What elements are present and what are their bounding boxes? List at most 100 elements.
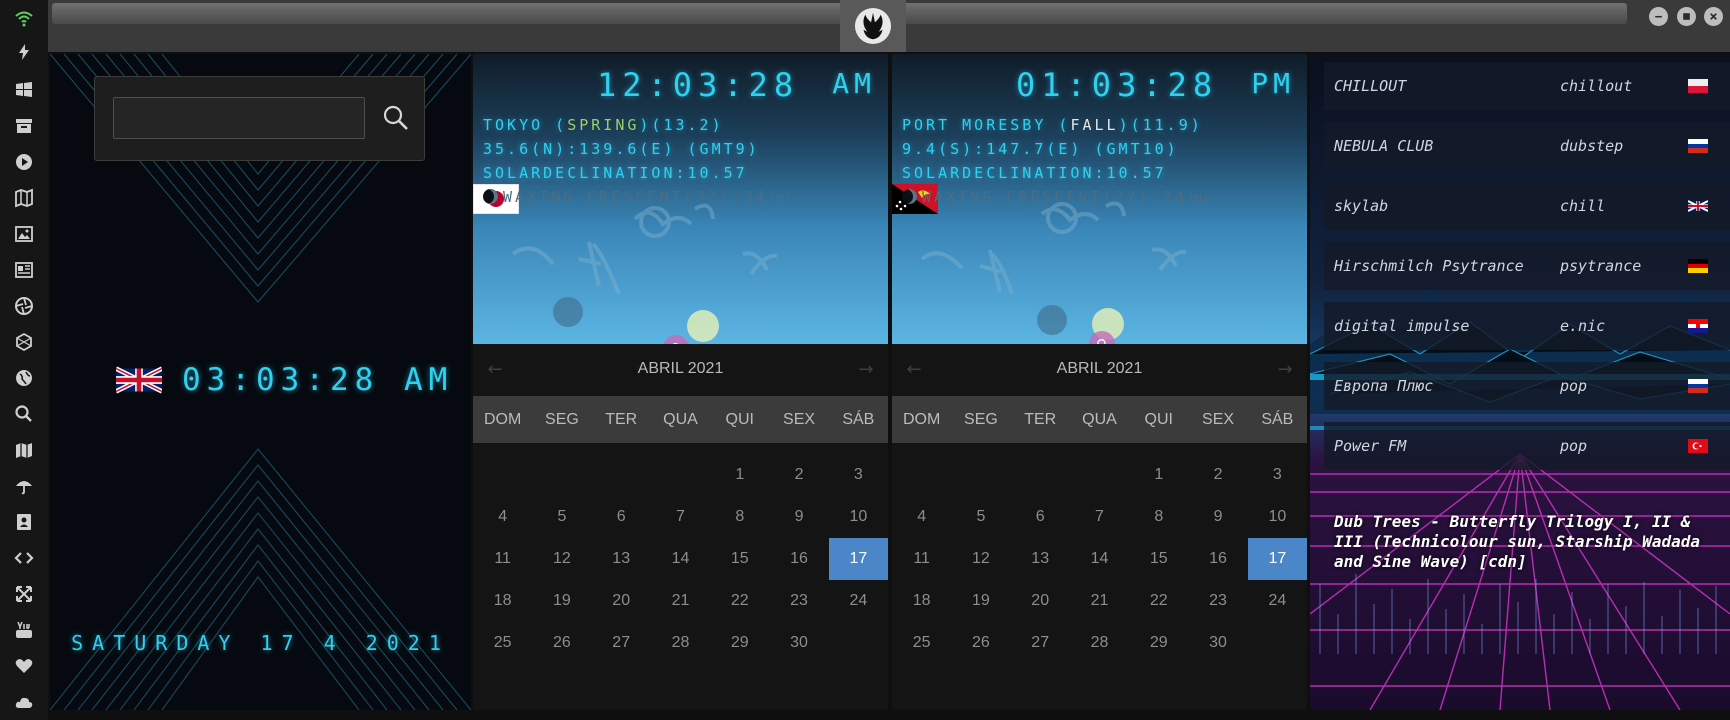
search-input[interactable]: [113, 97, 365, 139]
radio-station-row[interactable]: skylab chill: [1324, 182, 1730, 230]
calendar-empty-cell: [532, 454, 591, 496]
calendar-day[interactable]: 1: [1129, 454, 1188, 496]
calendar-day[interactable]: 13: [592, 538, 651, 580]
close-button[interactable]: [1704, 7, 1723, 26]
calendar-day[interactable]: 29: [710, 622, 769, 664]
calendar-day[interactable]: 22: [710, 580, 769, 622]
calendar-day[interactable]: 23: [1188, 580, 1247, 622]
code-icon[interactable]: [12, 546, 36, 570]
now-playing-title: Dub Trees - Butterfly Trilogy I, II & II…: [1334, 512, 1701, 571]
calendar-day[interactable]: 11: [892, 538, 951, 580]
calendar-day[interactable]: 7: [1070, 496, 1129, 538]
calendar-day[interactable]: 21: [1070, 580, 1129, 622]
calendar-day[interactable]: 24: [829, 580, 888, 622]
calendar-day[interactable]: 12: [532, 538, 591, 580]
calendar-day[interactable]: 26: [951, 622, 1010, 664]
calendar-day[interactable]: 19: [532, 580, 591, 622]
expand-icon[interactable]: [12, 582, 36, 606]
calendar-day[interactable]: 30: [1188, 622, 1247, 664]
calendar-day[interactable]: 3: [829, 454, 888, 496]
radio-station-row[interactable]: Hirschmilch Psytrance psytrance: [1324, 242, 1730, 290]
calendar-day[interactable]: 29: [1129, 622, 1188, 664]
hexagon-icon[interactable]: [12, 330, 36, 354]
calendar-day[interactable]: 27: [1011, 622, 1070, 664]
calendar-day[interactable]: 21: [651, 580, 710, 622]
calendar-day[interactable]: 24: [1248, 580, 1307, 622]
calendar-day[interactable]: 11: [473, 538, 532, 580]
map-icon[interactable]: [12, 438, 36, 462]
image-icon[interactable]: [12, 222, 36, 246]
calendar-day[interactable]: 1: [710, 454, 769, 496]
radio-station-row[interactable]: NEBULA CLUB dubstep: [1324, 122, 1730, 170]
minimize-button[interactable]: [1649, 7, 1668, 26]
radio-station-row[interactable]: digital impulse e.nic: [1324, 302, 1730, 350]
heart-icon[interactable]: [12, 654, 36, 678]
calendar-day[interactable]: 10: [829, 496, 888, 538]
planet-chart: ♀ ↗ ♆: [511, 203, 778, 344]
calendar-day[interactable]: 9: [1188, 496, 1247, 538]
calendar-day[interactable]: 25: [473, 622, 532, 664]
calendar-day[interactable]: 14: [651, 538, 710, 580]
calendar-next-button[interactable]: →: [1273, 358, 1297, 380]
calendar-day[interactable]: 20: [1011, 580, 1070, 622]
maximize-button[interactable]: [1677, 7, 1696, 26]
calendar-day[interactable]: 27: [592, 622, 651, 664]
calendar-day[interactable]: 5: [532, 496, 591, 538]
calendar-day[interactable]: 3: [1248, 454, 1307, 496]
wifi-icon[interactable]: [12, 6, 36, 30]
map-book-icon[interactable]: [12, 186, 36, 210]
calendar-day[interactable]: 8: [1129, 496, 1188, 538]
calendar-month: ABRIL 2021: [637, 360, 724, 377]
calendar-day[interactable]: 20: [592, 580, 651, 622]
calendar-day[interactable]: 26: [532, 622, 591, 664]
cloud-icon[interactable]: [12, 690, 36, 714]
calendar-day[interactable]: 2: [769, 454, 828, 496]
calendar-day[interactable]: 5: [951, 496, 1010, 538]
calendar-day[interactable]: 14: [1070, 538, 1129, 580]
radio-station-row[interactable]: Power FM pop: [1324, 422, 1730, 470]
radio-station-row[interactable]: CHILLOUT chillout: [1324, 62, 1730, 110]
calendar-day[interactable]: 15: [710, 538, 769, 580]
calendar-day[interactable]: 22: [1129, 580, 1188, 622]
calendar-day[interactable]: 12: [951, 538, 1010, 580]
calendar-day[interactable]: 6: [592, 496, 651, 538]
calendar-day[interactable]: 2: [1188, 454, 1247, 496]
calendar-day[interactable]: 10: [1248, 496, 1307, 538]
radio-station-row[interactable]: Европа Плюс pop: [1324, 362, 1730, 410]
calendar-day-today[interactable]: 17: [1247, 538, 1307, 580]
calendar-day[interactable]: 8: [710, 496, 769, 538]
play-icon[interactable]: [12, 150, 36, 174]
calendar-day[interactable]: 7: [651, 496, 710, 538]
windows-icon[interactable]: [12, 78, 36, 102]
station-genre: chill: [1560, 197, 1606, 215]
calendar-day[interactable]: 18: [892, 580, 951, 622]
calendar-day[interactable]: 28: [1070, 622, 1129, 664]
calendar-day[interactable]: 25: [892, 622, 951, 664]
aperture-icon[interactable]: [12, 294, 36, 318]
calendar-day[interactable]: 18: [473, 580, 532, 622]
newspaper-icon[interactable]: [12, 258, 36, 282]
contact-icon[interactable]: [12, 510, 36, 534]
calendar-day[interactable]: 16: [1188, 538, 1247, 580]
rebel-alliance-tab[interactable]: [840, 0, 906, 52]
globe-icon[interactable]: [12, 366, 36, 390]
calendar-day[interactable]: 4: [473, 496, 532, 538]
calendar-day[interactable]: 16: [769, 538, 828, 580]
calendar-day[interactable]: 19: [951, 580, 1010, 622]
search-button[interactable]: [375, 97, 417, 139]
calendar-day-today[interactable]: 17: [828, 538, 888, 580]
calendar-day[interactable]: 23: [769, 580, 828, 622]
calendar-day[interactable]: 4: [892, 496, 951, 538]
calendar-day[interactable]: 13: [1011, 538, 1070, 580]
archive-icon[interactable]: [12, 114, 36, 138]
umbrella-icon[interactable]: [12, 474, 36, 498]
calendar-day[interactable]: 6: [1011, 496, 1070, 538]
calendar-day[interactable]: 28: [651, 622, 710, 664]
calendar-day[interactable]: 30: [769, 622, 828, 664]
calendar-day[interactable]: 15: [1129, 538, 1188, 580]
calendar-day[interactable]: 9: [769, 496, 828, 538]
calendar-next-button[interactable]: →: [854, 358, 878, 380]
search-icon[interactable]: [12, 402, 36, 426]
bolt-icon[interactable]: [12, 40, 36, 64]
youtube-icon[interactable]: [12, 618, 36, 642]
